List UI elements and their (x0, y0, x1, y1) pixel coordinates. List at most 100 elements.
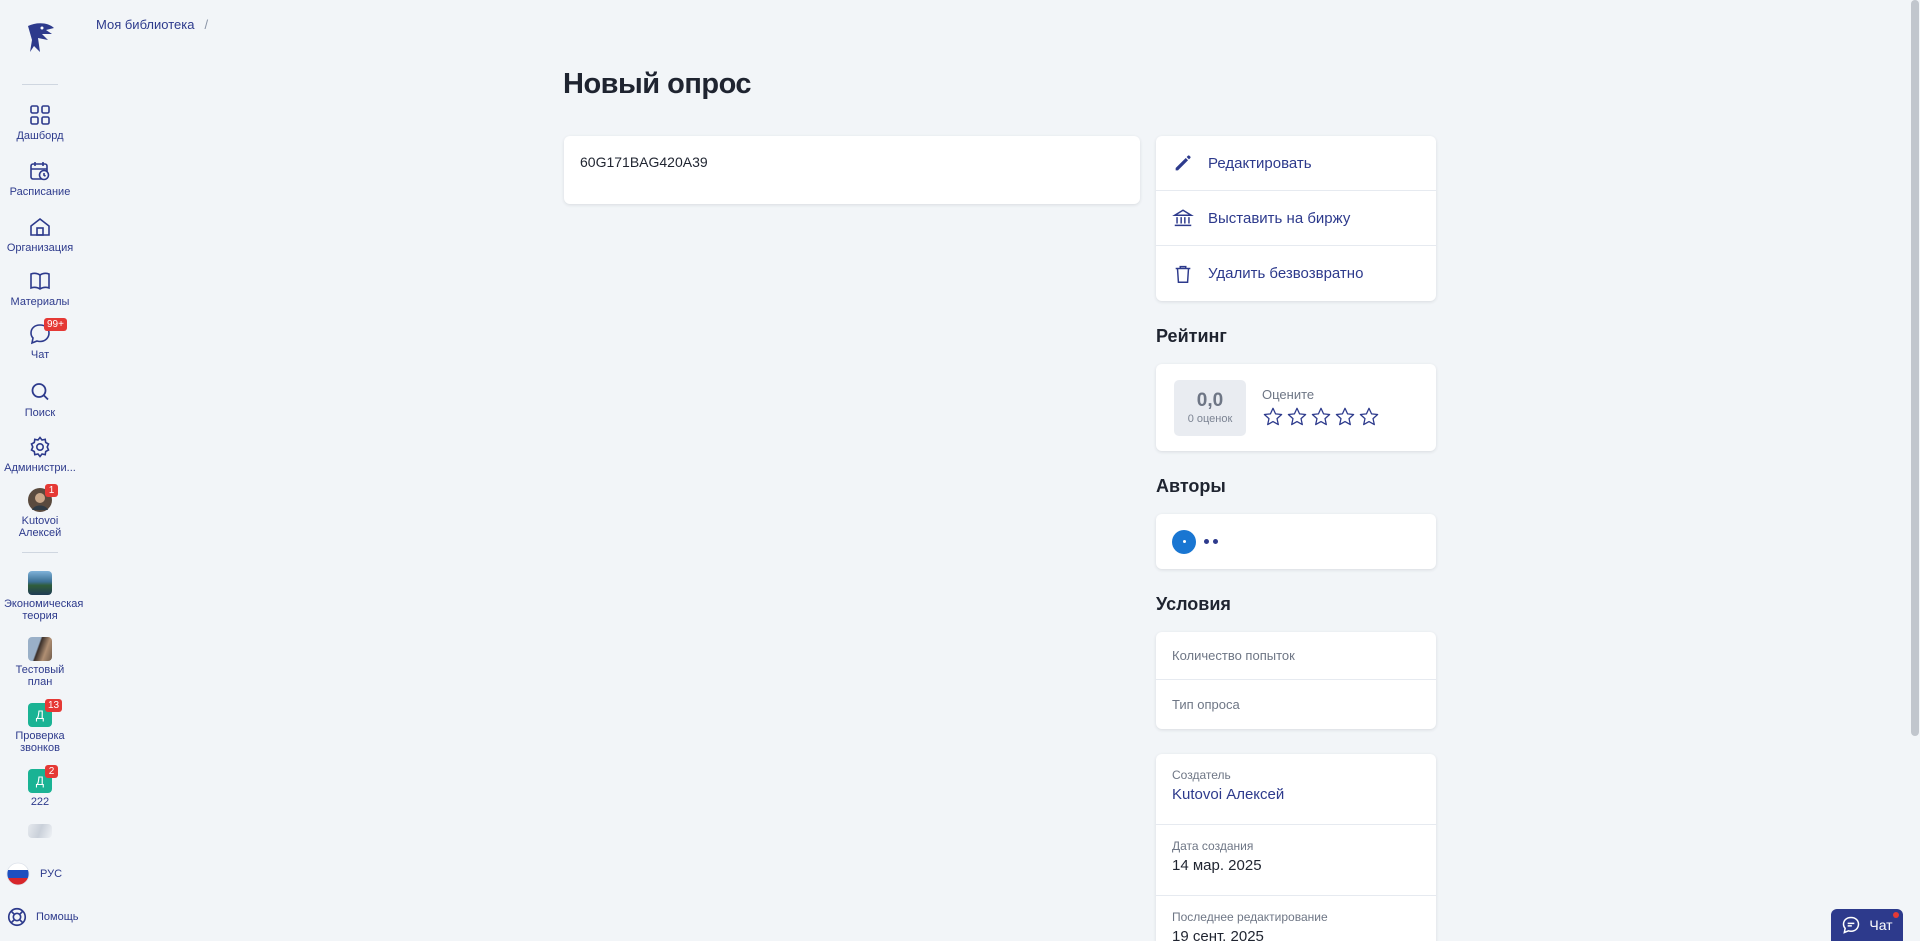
rate-widget: Оцените (1262, 387, 1380, 428)
meta-card: Создатель Kutovoi Алексей Дата создания … (1156, 754, 1436, 941)
authors-title: Авторы (1156, 476, 1226, 496)
avatar: 1 (28, 484, 58, 512)
created-row: Дата создания 14 мар. 2025 (1156, 825, 1436, 896)
sidebar-item-label: Kutovoi Алексей (18, 515, 62, 539)
sidebar-course-economics[interactable]: Экономическая теория (0, 571, 84, 622)
course-badge: 2 (45, 765, 58, 778)
chat-icon: 99+ (28, 318, 67, 346)
rating-card: 0,0 0 оценок Оцените (1156, 364, 1436, 451)
sidebar-item-label: 222 (30, 796, 50, 808)
loading-dot (1204, 539, 1209, 544)
sidebar-course-call-check[interactable]: Д 13 Проверка звонков (0, 699, 80, 754)
course-badge: 13 (45, 699, 63, 712)
delete-button[interactable]: Удалить безвозвратно (1156, 246, 1436, 301)
sidebar-item-label: Дашборд (16, 130, 64, 142)
bank-icon (1172, 209, 1194, 227)
gear-icon (28, 435, 52, 459)
star-icon[interactable] (1334, 406, 1356, 428)
calendar-clock-icon (28, 159, 52, 183)
created-date: 14 мар. 2025 (1172, 857, 1262, 874)
language-label: РУС (40, 868, 63, 880)
breadcrumb-library-link[interactable]: Моя библиотека (96, 17, 194, 32)
sidebar-item-admin[interactable]: Администри... (0, 435, 80, 474)
page-scrollbar[interactable] (1908, 0, 1920, 941)
survey-type-label: Тип опроса (1172, 696, 1240, 712)
star-rating (1262, 406, 1380, 428)
grid-icon (28, 103, 52, 127)
creator-link[interactable]: Kutovoi Алексей (1172, 786, 1420, 803)
sidebar-item-label: Экономическая теория (4, 598, 84, 622)
attempts-label: Количество попыток (1156, 632, 1436, 680)
sidebar-course-test-plan[interactable]: Тестовый план (0, 637, 80, 688)
chat-widget-button[interactable]: Чат (1831, 909, 1903, 941)
sidebar-divider (22, 84, 58, 85)
edited-row: Последнее редактирование 19 сент. 2025 (1156, 896, 1436, 941)
book-icon (28, 269, 52, 293)
survey-code-card: 60G171BAG420A39 (564, 136, 1140, 204)
lifebuoy-icon (7, 907, 27, 927)
chat-badge: 99+ (44, 318, 67, 331)
sidebar-divider (22, 552, 58, 553)
course-thumbnail[interactable] (28, 824, 52, 838)
edit-button[interactable]: Редактировать (1156, 136, 1436, 191)
sidebar-item-materials[interactable]: Материалы (0, 269, 80, 308)
star-icon[interactable] (1358, 406, 1380, 428)
sidebar-item-search[interactable]: Поиск (0, 380, 80, 419)
sidebar-item-dashboard[interactable]: Дашборд (0, 103, 80, 142)
course-thumbnail (28, 637, 52, 661)
actions-card: Редактировать Выставить на биржу Удалить… (1156, 136, 1436, 301)
breadcrumb-separator: / (204, 17, 209, 32)
page-title: Новый опрос (563, 68, 752, 100)
survey-code: 60G171BAG420A39 (580, 154, 708, 170)
course-thumbnail (28, 571, 52, 595)
publish-exchange-label: Выставить на биржу (1208, 209, 1351, 227)
chat-bubble-icon (1843, 916, 1860, 934)
rating-score: 0,0 0 оценок (1174, 379, 1246, 436)
edit-label: Редактировать (1208, 154, 1312, 172)
sidebar-item-profile[interactable]: 1 Kutovoi Алексей (0, 484, 80, 539)
sidebar-item-label: Материалы (10, 296, 70, 308)
loading-dot (1213, 539, 1218, 544)
search-icon (28, 380, 52, 404)
sidebar-item-label: Организация (6, 242, 74, 254)
rating-value: 0,0 (1196, 390, 1224, 411)
sidebar-item-chat[interactable]: 99+ Чат (0, 318, 80, 361)
sidebar-item-label: Расписание (9, 186, 71, 198)
authors-card (1156, 514, 1436, 569)
sidebar-item-label: Проверка звонков (15, 730, 65, 754)
breadcrumb: Моя библиотека / (96, 17, 208, 32)
pencil-icon (1175, 155, 1191, 171)
conditions-title: Условия (1156, 594, 1231, 614)
chat-widget-label: Чат (1869, 917, 1893, 933)
course-letter: Д (35, 708, 45, 722)
course-thumbnail: Д 2 (28, 765, 58, 793)
sidebar-item-label: Тестовый план (15, 664, 65, 688)
help-label: Помощь (36, 911, 79, 923)
logo-icon[interactable] (20, 18, 60, 58)
course-thumbnail: Д 13 (28, 699, 63, 727)
sidebar-course-222[interactable]: Д 2 222 (0, 765, 80, 808)
star-icon[interactable] (1262, 406, 1284, 428)
sidebar-item-label: Администри... (4, 462, 76, 474)
scrollbar-thumb[interactable] (1911, 0, 1919, 736)
profile-badge: 1 (45, 484, 58, 497)
sidebar-item-organization[interactable]: Организация (0, 215, 80, 254)
edited-date: 19 сент. 2025 (1172, 928, 1264, 941)
delete-label: Удалить безвозвратно (1208, 265, 1364, 282)
publish-exchange-button[interactable]: Выставить на биржу (1156, 191, 1436, 246)
rate-label: Оцените (1262, 387, 1315, 402)
sidebar-item-label: Чат (30, 349, 50, 361)
created-label: Дата создания (1172, 839, 1254, 853)
edited-label: Последнее редактирование (1172, 910, 1328, 924)
russia-flag-icon (6, 862, 30, 886)
star-icon[interactable] (1286, 406, 1308, 428)
sidebar-item-schedule[interactable]: Расписание (0, 159, 80, 198)
help-link[interactable]: Помощь (6, 906, 79, 928)
rating-count: 0 оценок (1187, 413, 1233, 425)
language-switcher[interactable]: РУС (6, 862, 62, 886)
creator-row: Создатель Kutovoi Алексей (1156, 754, 1436, 825)
star-icon[interactable] (1310, 406, 1332, 428)
rating-title: Рейтинг (1156, 326, 1227, 346)
author-avatar[interactable] (1172, 529, 1196, 554)
sidebar-item-label: Поиск (24, 407, 56, 419)
